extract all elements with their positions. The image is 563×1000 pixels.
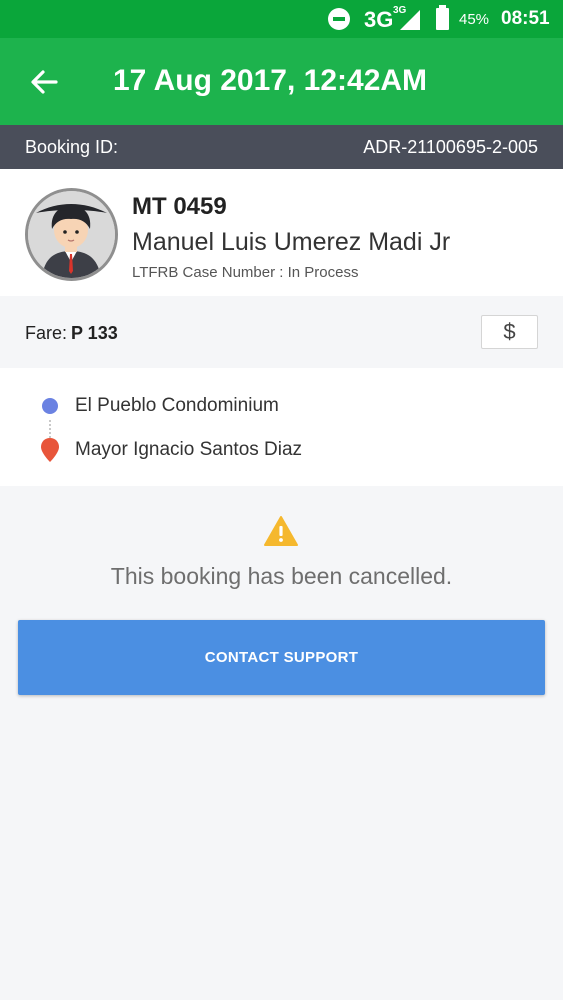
booking-id-value: ADR-21100695-2-005 [363,137,538,157]
vehicle-plate: MT 0459 [132,193,227,220]
pickup-location: El Pueblo Condominium [75,395,279,416]
booking-id-row: Booking ID: ADR-21100695-2-005 [0,125,563,169]
clock: 08:51 [501,8,550,29]
battery-icon [436,5,449,30]
driver-avatar-icon [28,191,115,278]
network-type: 3G [364,7,394,32]
dollar-icon: $ [503,319,516,344]
app-bar: 17 Aug 2017, 12:42AM [0,38,563,125]
pickup-dot-icon [42,398,58,414]
status-bar: 3G 3G 45% 08:51 [0,0,563,38]
driver-name: Manuel Luis Umerez Madi Jr [132,228,451,256]
arrow-left-icon[interactable] [28,66,60,98]
fare-row: Fare: P 133 $ [0,296,563,368]
battery-percent: 45% [459,11,490,28]
fare-value: P 133 [71,323,118,343]
ltfrb-case-number: LTFRB Case Number : In Process [132,264,359,281]
signal-icon [400,10,420,30]
route-card: El Pueblo Condominium Mayor Ignacio Sant… [0,368,563,486]
cancellation-message: This booking has been cancelled. [110,563,453,589]
avatar [25,188,118,281]
warning-triangle-icon [264,516,298,546]
dropoff-location: Mayor Ignacio Santos Diaz [75,439,303,460]
route-connector [49,420,51,438]
booking-id-label: Booking ID: [25,137,119,157]
map-pin-icon [41,438,59,462]
fare-details-button[interactable]: $ [481,315,538,349]
fare-label: Fare: [25,323,68,343]
do-not-disturb-icon [328,8,350,30]
driver-card: MT 0459 Manuel Luis Umerez Madi Jr LTFRB… [0,169,563,296]
contact-support-button[interactable]: CONTACT SUPPORT [18,620,545,695]
page-title: 17 Aug 2017, 12:42AM [113,64,428,97]
